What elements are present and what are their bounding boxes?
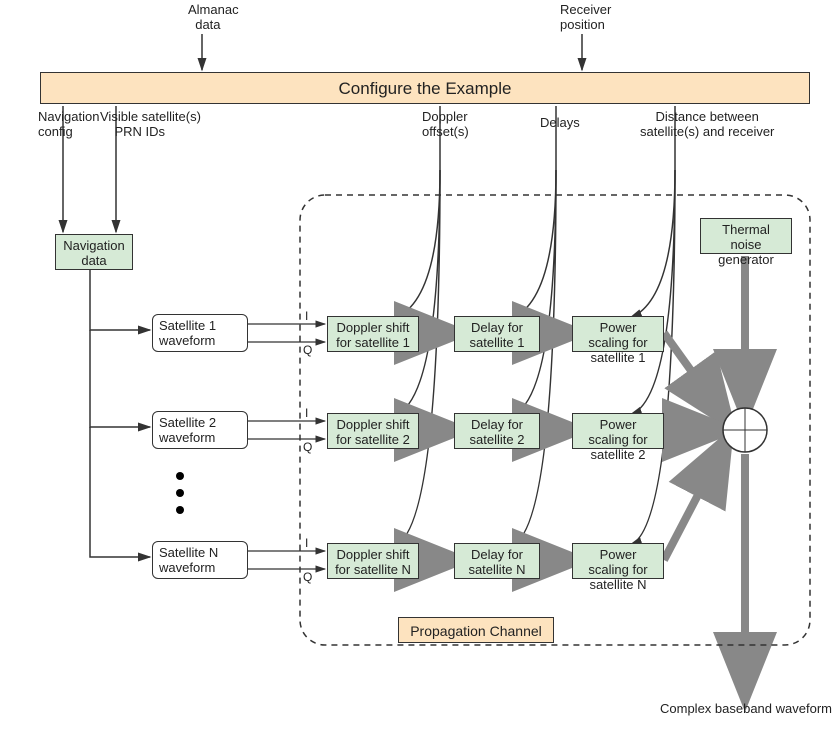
sat1-waveform: Satellite 1 waveform xyxy=(152,314,248,352)
doppler-out-label: Doppler offset(s) xyxy=(422,110,469,140)
doppler-block-N: Doppler shift for satellite N xyxy=(327,543,419,579)
power-block-2: Power scaling for satellite 2 xyxy=(572,413,664,449)
receiver-label: Receiver position xyxy=(560,3,611,33)
delay-block-1: Delay for satellite 1 xyxy=(454,316,540,352)
sat2-waveform: Satellite 2 waveform xyxy=(152,411,248,449)
nav-data-block: Navigation data xyxy=(55,234,133,270)
nav-config-label: Navigation config xyxy=(38,110,99,140)
satN-waveform: Satellite N waveform xyxy=(152,541,248,579)
output-label: Complex baseband waveform xyxy=(660,702,832,717)
power-block-1: Power scaling for satellite 1 xyxy=(572,316,664,352)
sum-node-icon xyxy=(723,408,767,452)
iq-q-1: Q xyxy=(303,343,312,357)
iq-q-N: Q xyxy=(303,570,312,584)
distance-out-label: Distance between satellite(s) and receiv… xyxy=(640,110,774,140)
doppler-block-1: Doppler shift for satellite 1 xyxy=(327,316,419,352)
almanac-label: Almanac data xyxy=(188,3,239,33)
power-block-N: Power scaling for satellite N xyxy=(572,543,664,579)
delay-block-2: Delay for satellite 2 xyxy=(454,413,540,449)
iq-i-1: I xyxy=(305,309,308,323)
iq-i-2: I xyxy=(305,406,308,420)
delay-block-N: Delay for satellite N xyxy=(454,543,540,579)
iq-q-2: Q xyxy=(303,440,312,454)
visible-prn-label: Visible satellite(s) PRN IDs xyxy=(100,110,201,140)
thermal-noise-block: Thermal noise generator xyxy=(700,218,792,254)
configure-box: Configure the Example xyxy=(40,72,810,104)
delays-out-label: Delays xyxy=(540,116,580,131)
propagation-channel-label: Propagation Channel xyxy=(398,617,554,643)
doppler-block-2: Doppler shift for satellite 2 xyxy=(327,413,419,449)
iq-i-N: I xyxy=(305,536,308,550)
